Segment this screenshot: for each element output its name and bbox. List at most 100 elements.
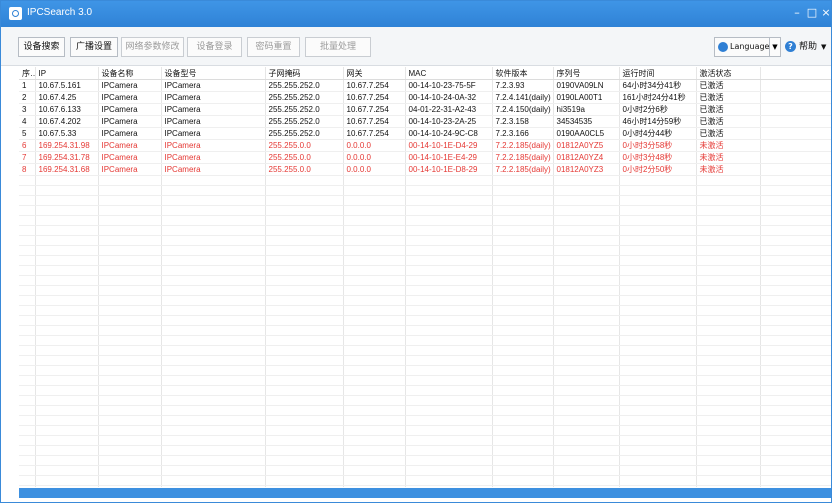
empty-cell — [35, 285, 99, 296]
empty-cell — [619, 405, 697, 416]
help-button[interactable]: ? 帮助 ▼ — [785, 37, 829, 57]
header-activation-status[interactable]: 激活状态 — [696, 67, 761, 80]
empty-cell — [619, 285, 697, 296]
empty-cell — [98, 255, 162, 266]
empty-cell — [553, 275, 620, 286]
empty-cell — [19, 355, 36, 366]
cell-subnet-mask: 255.255.0.0 — [265, 139, 344, 152]
header-software-version[interactable]: 软件版本 — [492, 67, 554, 80]
empty-cell — [265, 245, 344, 256]
table-row[interactable]: 6 169.254.31.98 IPCamera IPCamera 255.255.0.… — [19, 139, 831, 152]
language-dropdown-chevron-down-icon[interactable]: ▼ — [769, 37, 781, 57]
empty-cell — [161, 315, 266, 326]
empty-cell — [343, 325, 406, 336]
empty-cell — [343, 305, 406, 316]
device-login-button[interactable]: 设备登录 — [187, 37, 242, 57]
cell-software-version: 7.2.4.150(daily) — [492, 103, 554, 116]
empty-cell — [696, 175, 761, 186]
empty-cell — [19, 415, 36, 426]
empty-cell — [405, 225, 493, 236]
empty-cell — [265, 355, 344, 366]
header-gateway[interactable]: 网关 — [343, 67, 406, 80]
device-table[interactable]: 序号 IP 设备名称 设备型号 子网掩码 网关 MAC 软件版本 序列号 运行时… — [19, 67, 831, 487]
title-bar[interactable]: IPCSearch 3.0 – □ × — [1, 1, 831, 27]
empty-cell — [35, 265, 99, 276]
batch-process-button[interactable]: 批量处理 — [305, 37, 371, 57]
table-row[interactable]: 4 10.67.4.202 IPCamera IPCamera 255.255.252.… — [19, 115, 831, 128]
cell-device-name: IPCamera — [98, 91, 162, 104]
cell-device-name: IPCamera — [98, 163, 162, 176]
empty-cell — [405, 365, 493, 376]
empty-row — [19, 365, 831, 376]
empty-cell — [343, 435, 406, 446]
empty-row — [19, 215, 831, 226]
empty-row — [19, 285, 831, 296]
header-serial-number[interactable]: 序列号 — [553, 67, 620, 80]
empty-cell — [405, 465, 493, 476]
header-device-name[interactable]: 设备名称 — [98, 67, 162, 80]
empty-cell — [405, 375, 493, 386]
empty-cell — [760, 335, 831, 346]
cell-mac: 00-14-10-1E-E4-29 — [405, 151, 493, 164]
empty-cell — [19, 455, 36, 466]
empty-cell — [760, 305, 831, 316]
minimize-icon[interactable]: – — [790, 6, 804, 20]
empty-cell — [405, 295, 493, 306]
empty-row — [19, 225, 831, 236]
empty-cell — [19, 485, 36, 487]
empty-cell — [35, 485, 99, 487]
empty-cell — [553, 325, 620, 336]
empty-cell — [343, 405, 406, 416]
table-row[interactable]: 2 10.67.4.25 IPCamera IPCamera 255.255.252.0… — [19, 91, 831, 104]
cell-ip: 169.254.31.98 — [35, 139, 99, 152]
maximize-icon[interactable]: □ — [805, 6, 819, 20]
empty-cell — [265, 235, 344, 246]
empty-cell — [553, 455, 620, 466]
cell-software-version: 7.2.2.185(daily) — [492, 139, 554, 152]
table-row[interactable]: 1 10.67.5.161 IPCamera IPCamera 255.255.252.… — [19, 79, 831, 92]
header-subnet-mask[interactable]: 子网掩码 — [265, 67, 344, 80]
header-index[interactable]: 序号 — [19, 67, 36, 80]
globe-icon — [718, 42, 728, 52]
cell-serial-number: 0190VA09LN — [553, 79, 620, 92]
cell-device-model: IPCamera — [161, 103, 266, 116]
empty-cell — [619, 395, 697, 406]
empty-cell — [35, 275, 99, 286]
empty-row — [19, 245, 831, 256]
broadcast-settings-button[interactable]: 广播设置 — [70, 37, 118, 57]
empty-cell — [343, 275, 406, 286]
empty-cell — [161, 325, 266, 336]
empty-cell — [619, 445, 697, 456]
empty-cell — [760, 245, 831, 256]
network-params-button[interactable]: 网络参数修改 — [121, 37, 184, 57]
empty-row — [19, 465, 831, 476]
empty-cell — [19, 365, 36, 376]
empty-cell — [265, 315, 344, 326]
header-ip[interactable]: IP — [35, 67, 99, 80]
empty-cell — [405, 245, 493, 256]
table-row[interactable]: 8 169.254.31.68 IPCamera IPCamera 255.255.0.… — [19, 163, 831, 176]
close-icon[interactable]: × — [819, 6, 832, 20]
empty-cell — [161, 195, 266, 206]
empty-cell — [619, 385, 697, 396]
device-search-button[interactable]: 设备搜索 — [18, 37, 65, 57]
empty-cell — [619, 455, 697, 466]
language-button[interactable]: Language — [714, 37, 770, 57]
table-header-row: 序号 IP 设备名称 设备型号 子网掩码 网关 MAC 软件版本 序列号 运行时… — [19, 67, 831, 80]
empty-cell — [760, 205, 831, 216]
header-device-model[interactable]: 设备型号 — [161, 67, 266, 80]
header-uptime[interactable]: 运行时间 — [619, 67, 697, 80]
table-row[interactable]: 5 10.67.5.33 IPCamera IPCamera 255.255.252.0… — [19, 127, 831, 140]
empty-cell — [265, 485, 344, 487]
header-mac[interactable]: MAC — [405, 67, 493, 80]
cell-empty — [760, 151, 831, 164]
cell-activation-status: 未激活 — [696, 139, 761, 152]
table-row[interactable]: 7 169.254.31.78 IPCamera IPCamera 255.255.0.… — [19, 151, 831, 164]
empty-cell — [19, 465, 36, 476]
empty-cell — [619, 335, 697, 346]
table-row[interactable]: 3 10.67.6.133 IPCamera IPCamera 255.255.252.… — [19, 103, 831, 116]
empty-cell — [265, 205, 344, 216]
password-reset-button[interactable]: 密码重置 — [247, 37, 300, 57]
empty-cell — [98, 415, 162, 426]
cell-serial-number: hi3519a — [553, 103, 620, 116]
